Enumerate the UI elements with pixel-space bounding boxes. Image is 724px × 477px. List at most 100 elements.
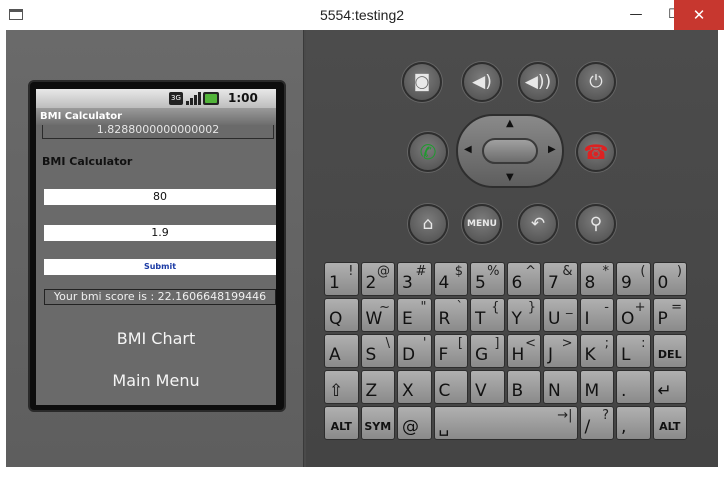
key-shift-key[interactable]: ⇧ [324,370,359,404]
dpad-up-icon[interactable]: ▲ [506,118,514,129]
dpad-left-icon[interactable]: ◀ [464,144,472,155]
search-button[interactable]: ⚲ [576,204,616,244]
key-label: Y [511,309,522,329]
key-label: I [584,309,590,329]
dpad-center-button[interactable] [482,138,538,164]
key-1-key[interactable]: 1! [324,262,359,296]
key-u-key[interactable]: U _ [543,298,578,332]
key-n-key[interactable]: N [543,370,578,404]
key-0-key[interactable]: 0) [652,262,687,296]
key-secondary-label: : [641,336,646,351]
main-menu-link[interactable]: Main Menu [36,371,276,390]
key-comma-key[interactable]: , [616,406,651,440]
key-k-key[interactable]: K; [579,334,614,368]
volume-up-icon: ◀)) [524,72,552,92]
power-button[interactable]: ⏻ [576,62,616,102]
key-o-key[interactable]: O + [616,298,651,332]
key-p-key[interactable]: P = [652,298,687,332]
key-y-key[interactable]: Y} [506,298,541,332]
end-call-button[interactable]: ☎ [576,132,616,172]
key-label: 5 [475,273,486,293]
key-alt-key[interactable]: ALT [652,406,687,440]
section-heading: BMI Calculator [42,155,133,168]
key-enter-key[interactable]: ↵ [652,370,687,404]
key-g-key[interactable]: G] [470,334,505,368]
key-j-key[interactable]: J > [543,334,578,368]
key-m-key[interactable]: M [579,370,614,404]
dpad-right-icon[interactable]: ▶ [548,144,556,155]
emulator-screen-panel: 3G 1:00 AM BMI Calculator 1.828800000000… [6,30,304,467]
key-label: ␣ [438,417,450,437]
key-secondary-label: & [562,264,573,279]
key-alt-key[interactable]: ALT [324,406,359,440]
app-title: BMI Calculator [36,108,276,125]
end-call-icon: ☎ [583,140,609,164]
volume-up-button[interactable]: ◀)) [518,62,558,102]
key-space-key[interactable]: ␣ →| [433,406,578,440]
key-secondary-label: @ [377,264,390,279]
key-5-key[interactable]: 5% [470,262,505,296]
weight-input[interactable]: 80 [44,189,276,205]
key-secondary-label: } [527,300,536,315]
height-input[interactable]: 1.9 [44,225,276,241]
key-label: SYM [364,420,392,433]
home-button[interactable]: ⌂ [408,204,448,244]
key-x-key[interactable]: X [397,370,432,404]
key-secondary-label: [ [457,336,463,351]
key-f-key[interactable]: F[ [433,334,468,368]
call-button[interactable]: ✆ [408,132,448,172]
key-q-key[interactable]: Q [324,298,359,332]
key-s-key[interactable]: S \ [360,334,395,368]
dpad-down-icon[interactable]: ▼ [506,172,514,183]
key-del-key[interactable]: DEL [652,334,687,368]
key-a-key[interactable]: A [324,334,359,368]
key-secondary-label: ! [348,264,354,279]
camera-button[interactable]: ◙ [402,62,442,102]
key-l-key[interactable]: L: [616,334,651,368]
key-secondary-label: " [420,300,427,315]
key-sym-key[interactable]: SYM [360,406,395,440]
key-h-key[interactable]: H < [506,334,541,368]
window-titlebar: 5554:testing2 — ☐ ✕ [0,0,724,30]
key-c-key[interactable]: C [433,370,468,404]
key-8-key[interactable]: 8 * [579,262,614,296]
key-9-key[interactable]: 9( [616,262,651,296]
key-period-key[interactable]: . [616,370,651,404]
key-7-key[interactable]: 7 & [543,262,578,296]
volume-down-button[interactable]: ◀) [462,62,502,102]
submit-button[interactable]: Submit [44,259,276,275]
key-label: 9 [621,273,632,293]
key-label: , [621,417,627,437]
menu-button[interactable]: MENU [462,204,502,244]
key-w-key[interactable]: W ~ [360,298,395,332]
key-t-key[interactable]: T{ [470,298,505,332]
key-d-key[interactable]: D ' [397,334,432,368]
key-secondary-label: % [487,264,500,279]
key-4-key[interactable]: 4 $ [433,262,468,296]
key-label: @ [402,417,419,437]
key-secondary-label: ' [422,336,427,351]
network-3g-icon: 3G [169,92,183,105]
key-at-key[interactable]: @ [397,406,432,440]
bmi-chart-link[interactable]: BMI Chart [36,329,276,348]
key-e-key[interactable]: E " [397,298,432,332]
key-label: E [402,309,413,329]
key-slash-key[interactable]: /? [579,406,614,440]
key-label: V [475,381,487,401]
key-6-key[interactable]: 6 ^ [506,262,541,296]
app-content: 1.8288000000000002 BMI Calculator 80 1.9… [36,125,276,405]
hardware-keyboard: 1! 2 @3 #4 $5% 6 ^ 7 & 8 * 9(0) Q W ~ E " R ` T{Y} U _ I - O + P = A… [324,262,699,446]
key-label: / [584,417,591,437]
key-b-key[interactable]: B [506,370,541,404]
key-r-key[interactable]: R ` [433,298,468,332]
dpad[interactable]: ▲ ◀ ▶ ▼ [456,114,564,188]
key-3-key[interactable]: 3 # [397,262,432,296]
key-z-key[interactable]: Z [360,370,395,404]
key-2-key[interactable]: 2 @ [360,262,395,296]
key-v-key[interactable]: V [470,370,505,404]
back-button[interactable]: ↶ [518,204,558,244]
phone-screen[interactable]: 3G 1:00 AM BMI Calculator 1.828800000000… [36,89,276,405]
key-i-key[interactable]: I- [579,298,614,332]
close-button[interactable]: ✕ [674,0,724,30]
key-label: O [621,309,635,329]
